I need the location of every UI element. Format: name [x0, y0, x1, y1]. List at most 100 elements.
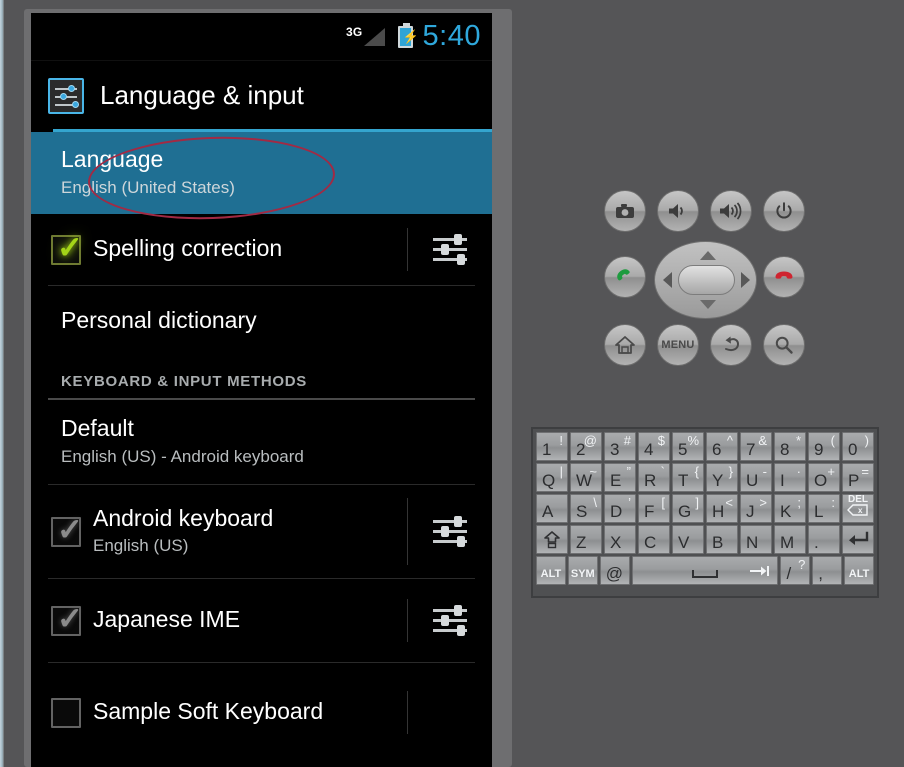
key-sup: #: [623, 433, 631, 448]
key-5[interactable]: 5%: [672, 432, 704, 461]
list-item-subtitle: English (US) - Android keyboard: [61, 447, 304, 466]
key-period[interactable]: .: [808, 525, 840, 554]
key-s[interactable]: S \: [570, 494, 602, 523]
key-sup: [: [661, 495, 665, 510]
key-main: I: [780, 471, 785, 490]
settings-button-android-keyboard[interactable]: [408, 515, 492, 547]
key-alt-left[interactable]: ALT: [536, 556, 566, 585]
end-call-button[interactable]: [763, 256, 805, 298]
key-h[interactable]: H <: [706, 494, 738, 523]
checkbox-android-keyboard[interactable]: ✓: [51, 514, 83, 547]
menu-button[interactable]: MENU: [657, 324, 699, 366]
dpad-center-button[interactable]: [678, 265, 735, 295]
key-space[interactable]: [631, 556, 779, 585]
power-button[interactable]: [763, 190, 805, 232]
dpad-up-icon[interactable]: [700, 251, 716, 260]
checkbox-cell[interactable]: ✓: [31, 514, 93, 547]
key-t[interactable]: T{: [672, 463, 704, 492]
settings-button-spelling-correction[interactable]: [408, 233, 492, 265]
list-item-japanese-ime[interactable]: ✓ Japanese IME: [31, 579, 492, 662]
key-8[interactable]: 8 *: [774, 432, 806, 461]
keyboard-row-qwerty: Q | W ~ E” R ` T{ Y} U- I · O + P =: [535, 462, 875, 493]
dpad-left-icon[interactable]: [663, 272, 672, 288]
key-enter[interactable]: [842, 525, 874, 554]
key-sup: ”: [626, 464, 631, 479]
volume-up-button[interactable]: [710, 190, 752, 232]
key-sym[interactable]: SYM: [567, 556, 598, 585]
search-button[interactable]: [763, 324, 805, 366]
key-q[interactable]: Q |: [536, 463, 568, 492]
key-1[interactable]: 1!: [536, 432, 568, 461]
key-g[interactable]: G]: [672, 494, 704, 523]
key-at[interactable]: @: [599, 556, 630, 585]
key-sup: %: [687, 433, 699, 448]
enter-icon: [843, 526, 873, 553]
key-c[interactable]: C: [638, 525, 670, 554]
key-7[interactable]: 7 &: [740, 432, 772, 461]
key-l[interactable]: L:: [808, 494, 840, 523]
key-m[interactable]: M: [774, 525, 806, 554]
key-f[interactable]: F[: [638, 494, 670, 523]
call-button[interactable]: [604, 256, 646, 298]
dpad[interactable]: [654, 241, 757, 319]
menu-label: MENU: [661, 339, 695, 351]
key-w[interactable]: W ~: [570, 463, 602, 492]
list-item-personal-dictionary[interactable]: Personal dictionary: [31, 286, 492, 357]
list-item-spelling-correction[interactable]: ✓ Spelling correction: [31, 214, 492, 285]
volume-down-button[interactable]: [657, 190, 699, 232]
emulator-window: 3G ⚡ 5:40 Language & input Language Engl…: [0, 0, 904, 767]
key-v[interactable]: V: [672, 525, 704, 554]
key-0[interactable]: 0): [842, 432, 874, 461]
key-d[interactable]: D’: [604, 494, 636, 523]
key-r[interactable]: R `: [638, 463, 670, 492]
key-delete[interactable]: DEL x: [842, 494, 874, 523]
key-4[interactable]: 4 $: [638, 432, 670, 461]
back-button[interactable]: [710, 324, 752, 366]
checkbox-spelling-correction[interactable]: ✓: [51, 232, 83, 265]
checkbox-cell[interactable]: ✓: [31, 232, 93, 265]
status-bar: 3G ⚡ 5:40: [31, 13, 492, 61]
key-9[interactable]: 9(: [808, 432, 840, 461]
key-a[interactable]: A: [536, 494, 568, 523]
key-i[interactable]: I ·: [774, 463, 806, 492]
key-shift[interactable]: [536, 525, 568, 554]
dpad-right-icon[interactable]: [741, 272, 750, 288]
settings-button-japanese-ime[interactable]: [408, 604, 492, 636]
key-main: 1: [542, 440, 552, 459]
key-alt-right[interactable]: ALT: [844, 556, 875, 585]
key-e[interactable]: E”: [604, 463, 636, 492]
home-button[interactable]: [604, 324, 646, 366]
dpad-down-icon[interactable]: [700, 300, 716, 309]
key-z[interactable]: Z: [570, 525, 602, 554]
checkbox-japanese-ime[interactable]: ✓: [51, 603, 83, 636]
tab-icon: [749, 564, 771, 582]
key-main: D: [610, 502, 623, 521]
camera-button[interactable]: [604, 190, 646, 232]
key-comma[interactable]: ,: [812, 556, 843, 585]
key-6[interactable]: 6 ^: [706, 432, 738, 461]
key-sup: :: [831, 495, 835, 510]
key-x[interactable]: X: [604, 525, 636, 554]
key-k[interactable]: K;: [774, 494, 806, 523]
key-b[interactable]: B: [706, 525, 738, 554]
key-slash[interactable]: /?: [780, 556, 811, 585]
list-item-default[interactable]: Default English (US) - Android keyboard: [31, 400, 492, 484]
checkbox-cell[interactable]: [31, 697, 93, 728]
list-item-language[interactable]: Language English (United States): [31, 132, 492, 214]
key-sup: {: [694, 464, 699, 479]
key-o[interactable]: O +: [808, 463, 840, 492]
key-p[interactable]: P =: [842, 463, 874, 492]
list-item-sample-soft-keyboard[interactable]: Sample Soft Keyboard: [31, 663, 492, 754]
key-3[interactable]: 3 #: [604, 432, 636, 461]
key-sup: $: [657, 433, 665, 448]
key-2[interactable]: 2 @: [570, 432, 602, 461]
key-j[interactable]: J >: [740, 494, 772, 523]
checkbox-cell[interactable]: ✓: [31, 603, 93, 636]
key-n[interactable]: N: [740, 525, 772, 554]
key-sup: =: [861, 464, 869, 479]
checkbox-sample-soft-keyboard[interactable]: [51, 697, 81, 728]
key-u[interactable]: U-: [740, 463, 772, 492]
key-y[interactable]: Y}: [706, 463, 738, 492]
list-item-android-keyboard[interactable]: ✓ Android keyboard English (US): [31, 485, 492, 578]
list-item-title: Android keyboard: [93, 505, 274, 531]
